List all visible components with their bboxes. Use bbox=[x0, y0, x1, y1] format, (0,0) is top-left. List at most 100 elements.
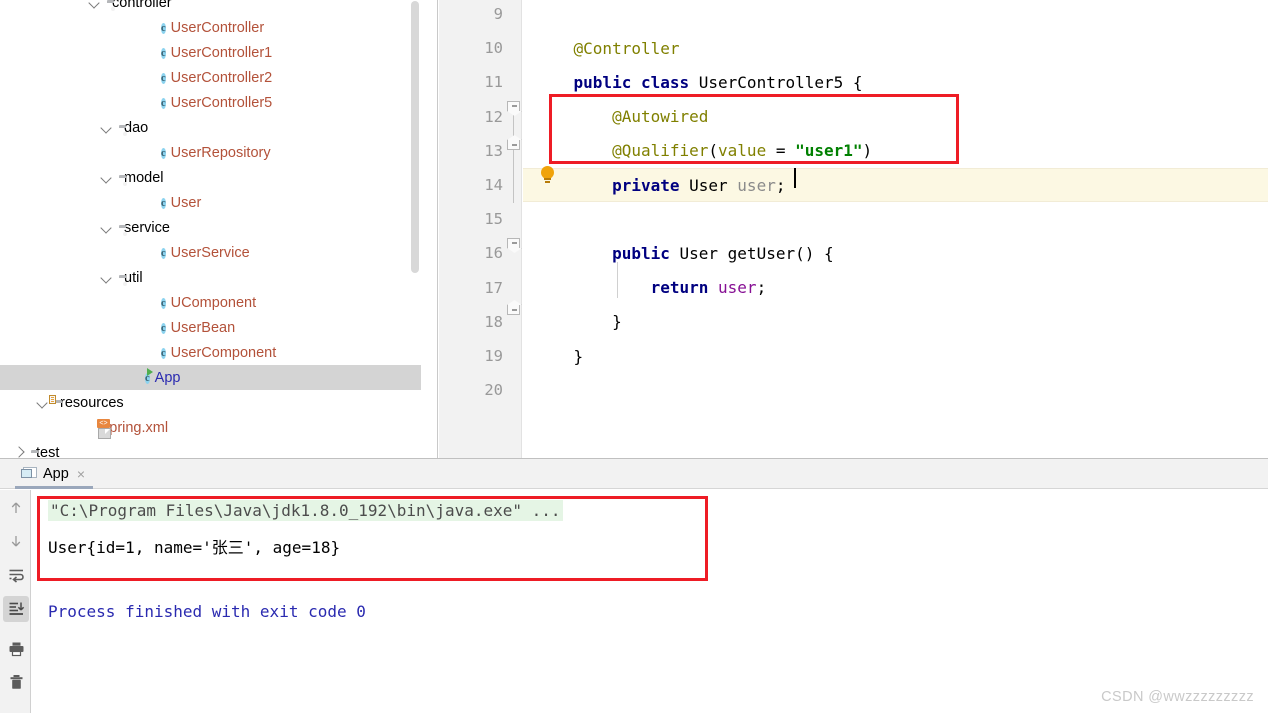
scroll-to-end-icon[interactable] bbox=[3, 596, 29, 622]
tree-node-label: User bbox=[170, 194, 202, 211]
chevron-down-icon[interactable] bbox=[88, 0, 101, 9]
indent-spacer bbox=[0, 152, 142, 153]
tree-node-user[interactable]: c User bbox=[0, 190, 421, 215]
chevron-down-icon[interactable] bbox=[100, 121, 113, 134]
tree-node-label: UserService bbox=[170, 244, 250, 261]
tree-node-label: UserController1 bbox=[170, 44, 273, 61]
tree-node-userrepository[interactable]: c UserRepository bbox=[0, 140, 421, 165]
console-icon bbox=[21, 467, 37, 481]
tree-node-util[interactable]: util bbox=[0, 265, 421, 290]
close-icon[interactable]: × bbox=[77, 466, 85, 482]
tree-node-usercontroller1[interactable]: c UserController1 bbox=[0, 40, 421, 65]
code-text: @Controller bbox=[573, 38, 680, 58]
code-text: } bbox=[573, 346, 584, 366]
code-line-13[interactable]: 13 @Qualifier(value = "user1") bbox=[439, 134, 1268, 168]
tree-node-userbean[interactable]: c UserBean bbox=[0, 315, 421, 340]
console-line-3: Process finished with exit code 0 bbox=[48, 602, 366, 621]
lightbulb-icon[interactable] bbox=[541, 166, 555, 184]
up-arrow-icon[interactable] bbox=[3, 495, 29, 521]
fold-collapse-icon-18[interactable] bbox=[507, 305, 520, 318]
soft-wrap-icon[interactable] bbox=[3, 562, 29, 588]
class-icon: c bbox=[161, 47, 166, 59]
code-line-16[interactable]: 16 public User getUser() { bbox=[439, 236, 1268, 270]
tree-node-userservice[interactable]: c UserService bbox=[0, 240, 421, 265]
tree-node-app[interactable]: c App bbox=[0, 365, 421, 390]
code-line-12[interactable]: 12 @Autowired bbox=[439, 100, 1268, 134]
project-tree-scrollbar-track[interactable] bbox=[411, 0, 428, 458]
class-icon: c bbox=[161, 22, 166, 34]
class-icon: c bbox=[161, 347, 166, 359]
fold-collapse-icon-13[interactable] bbox=[507, 140, 520, 153]
console-line-1: "C:\Program Files\Java\jdk1.8.0_192\bin\… bbox=[48, 500, 563, 521]
tab-underline bbox=[15, 486, 93, 489]
fold-guide-line bbox=[513, 108, 514, 203]
fold-collapse-icon-12[interactable] bbox=[507, 101, 520, 114]
line-number: 18 bbox=[484, 312, 503, 331]
indent-spacer bbox=[0, 227, 100, 228]
code-line-14[interactable]: 14 private User user; bbox=[439, 168, 1268, 203]
tree-node-dao[interactable]: dao bbox=[0, 115, 421, 140]
code-line-11[interactable]: 11 public class UserController5 { bbox=[439, 65, 1268, 99]
indent-spacer bbox=[0, 277, 100, 278]
run-toolbar bbox=[0, 490, 31, 713]
code-editor[interactable]: 9 10 @Controller 11 public class UserContr… bbox=[439, 0, 1268, 458]
chevron-down-icon[interactable] bbox=[36, 396, 49, 409]
line-number: 20 bbox=[484, 381, 503, 400]
code-text: @Autowired bbox=[612, 107, 709, 127]
chevron-down-icon[interactable] bbox=[100, 221, 113, 234]
code-line-20[interactable]: 20 bbox=[439, 373, 1268, 407]
code-line-18[interactable]: 18 } bbox=[439, 305, 1268, 339]
class-icon: c bbox=[161, 247, 166, 259]
line-number: 13 bbox=[484, 141, 503, 160]
tree-node-usercontroller2[interactable]: c UserController2 bbox=[0, 65, 421, 90]
trash-icon[interactable] bbox=[3, 669, 29, 695]
run-tab-label: App bbox=[43, 466, 69, 482]
console-output[interactable]: "C:\Program Files\Java\jdk1.8.0_192\bin\… bbox=[32, 490, 1268, 713]
tree-node-model[interactable]: model bbox=[0, 165, 421, 190]
tree-node-spring-xml[interactable]: <> spring.xml bbox=[0, 415, 421, 440]
tree-node-label: UserRepository bbox=[170, 144, 271, 161]
run-tab-app[interactable]: App × bbox=[15, 459, 93, 489]
tree-node-controller[interactable]: controller bbox=[0, 0, 421, 15]
tree-node-usercomponent[interactable]: c UserComponent bbox=[0, 340, 421, 365]
chevron-down-icon[interactable] bbox=[100, 171, 113, 184]
indent-spacer bbox=[0, 377, 126, 378]
project-tool-window[interactable]: controller c UserController c UserController… bbox=[0, 0, 438, 458]
code-line-17[interactable]: 17 return user; bbox=[439, 271, 1268, 305]
project-tree-scrollbar-thumb[interactable] bbox=[411, 1, 419, 273]
project-tree-rows[interactable]: controller c UserController c UserController… bbox=[0, 0, 421, 458]
tree-node-service[interactable]: service bbox=[0, 215, 421, 240]
tree-node-usercontroller[interactable]: c UserController bbox=[0, 15, 421, 40]
tree-node-test[interactable]: test bbox=[0, 440, 421, 459]
tree-node-ucomponent[interactable]: c UComponent bbox=[0, 290, 421, 315]
class-icon: c bbox=[161, 297, 166, 309]
indent-spacer bbox=[0, 52, 142, 53]
tree-node-resources[interactable]: resources bbox=[0, 390, 421, 415]
print-icon[interactable] bbox=[3, 636, 29, 662]
code-line-15[interactable]: 15 bbox=[439, 202, 1268, 236]
code-line-9[interactable]: 9 bbox=[439, 0, 1268, 31]
class-icon: c bbox=[161, 72, 166, 84]
code-line-10[interactable]: 10 @Controller bbox=[439, 31, 1268, 65]
text-caret bbox=[794, 168, 796, 188]
code-text: } bbox=[612, 312, 622, 332]
chevron-right-icon[interactable] bbox=[12, 446, 25, 458]
indent-spacer bbox=[0, 252, 142, 253]
tree-node-usercontroller5[interactable]: c UserController5 bbox=[0, 90, 421, 115]
line-number: 12 bbox=[484, 107, 503, 126]
indent-spacer bbox=[0, 352, 142, 353]
watermark: CSDN @wwzzzzzzzzz bbox=[1101, 689, 1254, 705]
tree-node-label: UComponent bbox=[170, 294, 257, 311]
down-arrow-icon[interactable] bbox=[3, 528, 29, 554]
code-line-19[interactable]: 19 } bbox=[439, 339, 1268, 373]
line-number: 17 bbox=[484, 278, 503, 297]
line-number: 15 bbox=[484, 210, 503, 229]
editor-code-surface[interactable]: 9 10 @Controller 11 public class UserContr… bbox=[439, 0, 1268, 458]
chevron-down-icon[interactable] bbox=[100, 271, 113, 284]
fold-collapse-icon-16[interactable] bbox=[507, 238, 520, 251]
